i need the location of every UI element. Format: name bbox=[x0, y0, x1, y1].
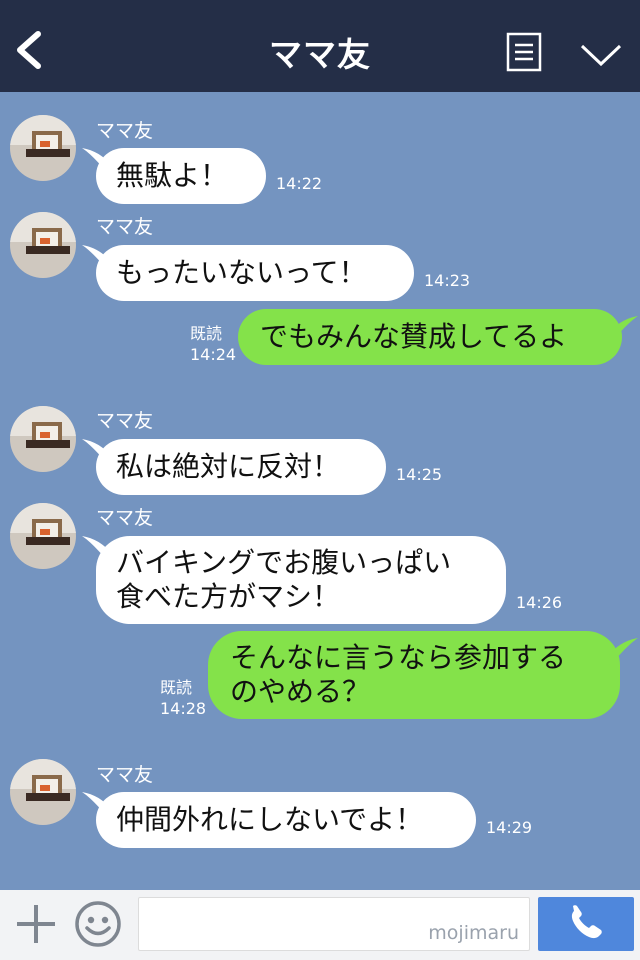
message-bubble[interactable]: 仲間外れにしないでよ！ bbox=[96, 792, 476, 848]
sender-name: ママ友 bbox=[96, 216, 154, 238]
chevron-left-icon bbox=[17, 31, 41, 69]
sender-name: ママ友 bbox=[96, 764, 154, 786]
avatar[interactable] bbox=[10, 503, 76, 569]
avatar[interactable] bbox=[10, 212, 76, 278]
message-time: 14:23 bbox=[424, 271, 471, 290]
page-title: ママ友 bbox=[269, 35, 371, 74]
message-time: 14:25 bbox=[396, 465, 443, 484]
message-input[interactable]: mojimaru bbox=[138, 897, 530, 951]
smiley-icon bbox=[75, 901, 121, 947]
list-icon bbox=[506, 32, 542, 72]
avatar[interactable] bbox=[10, 759, 76, 825]
message-text: バイキングでお腹いっぱい 食べた方がマシ！ bbox=[116, 546, 452, 613]
avatar[interactable] bbox=[10, 115, 76, 181]
message-text: 無駄よ！ bbox=[116, 159, 229, 192]
read-receipt: 既読 bbox=[160, 678, 193, 697]
message-time: 14:24 bbox=[190, 345, 237, 364]
add-button[interactable] bbox=[14, 902, 58, 946]
menu-button[interactable] bbox=[506, 32, 542, 72]
avatar[interactable] bbox=[10, 406, 76, 472]
call-button[interactable] bbox=[538, 897, 634, 951]
message-bubble[interactable]: 私は絶対に反対！ bbox=[96, 439, 386, 495]
message-bubble[interactable]: そんなに言うなら参加する のやめる？ bbox=[208, 631, 620, 719]
collapse-button[interactable] bbox=[578, 38, 624, 72]
read-receipt: 既読 bbox=[190, 324, 223, 343]
message-time: 14:28 bbox=[160, 699, 207, 718]
message-bubble[interactable]: バイキングでお腹いっぱい 食べた方がマシ！ bbox=[96, 536, 506, 624]
watermark: mojimaru bbox=[428, 922, 519, 944]
message-text: 私は絶対に反対！ bbox=[116, 450, 341, 483]
message-bubble[interactable]: でもみんな賛成してるよ bbox=[238, 309, 622, 365]
message-text: でもみんな賛成してるよ bbox=[260, 320, 568, 353]
chat-header: ママ友 bbox=[0, 0, 640, 92]
plus-icon bbox=[17, 905, 55, 943]
emoji-button[interactable] bbox=[74, 900, 122, 948]
message-bubble[interactable]: 無駄よ！ bbox=[96, 148, 266, 204]
message-text: もったいないって！ bbox=[116, 256, 367, 289]
message-text: そんなに言うなら参加する のやめる？ bbox=[230, 641, 567, 708]
sender-name: ママ友 bbox=[96, 120, 154, 142]
back-button[interactable] bbox=[10, 26, 50, 74]
message-bubble[interactable]: もったいないって！ bbox=[96, 245, 414, 301]
sender-name: ママ友 bbox=[96, 507, 154, 529]
chevron-down-icon bbox=[580, 44, 622, 67]
message-time: 14:22 bbox=[276, 174, 323, 193]
message-text: 仲間外れにしないでよ！ bbox=[116, 803, 424, 836]
phone-icon bbox=[571, 905, 602, 939]
message-time: 14:29 bbox=[486, 818, 533, 837]
message-time: 14:26 bbox=[516, 593, 563, 612]
sender-name: ママ友 bbox=[96, 410, 154, 432]
